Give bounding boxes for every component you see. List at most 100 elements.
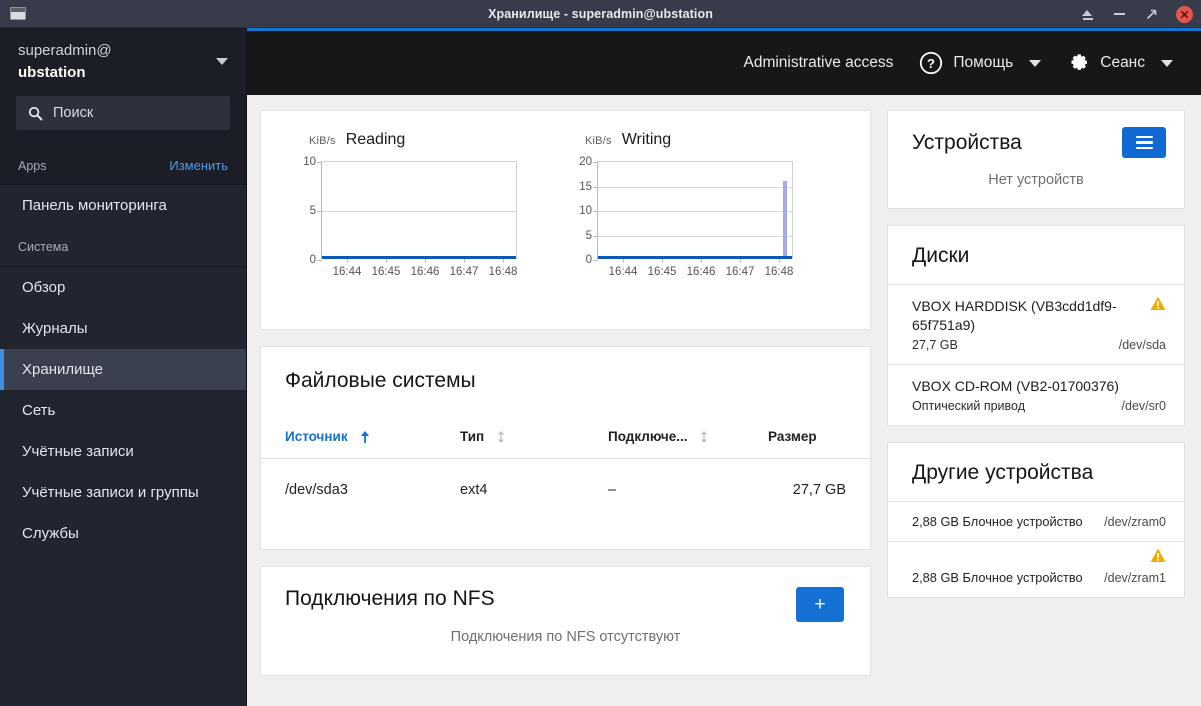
- right-column: Устройства Нет устройств Диски VBOX HARD…: [887, 110, 1185, 706]
- writing-chart-unit: KiB/s: [585, 135, 612, 147]
- sidebar-item-services[interactable]: Службы: [0, 513, 246, 554]
- nfs-empty-note: Подключения по NFS отсутствуют: [450, 629, 681, 645]
- top-header: Administrative access ? Помощь Сеанс: [247, 28, 1201, 95]
- search-input[interactable]: Поиск: [16, 96, 230, 130]
- list-item[interactable]: VBOX CD-ROM (VB2-01700376) Оптический пр…: [888, 364, 1184, 425]
- window-title: Хранилище - superadmin@ubstation: [488, 6, 713, 21]
- reading-xtick-2: 16:46: [410, 266, 440, 278]
- sidebar: superadmin@ ubstation Поиск Apps Изменит…: [0, 28, 247, 706]
- writing-xtick-0: 16:44: [608, 266, 638, 278]
- nfs-title: Подключения по NFS: [285, 587, 495, 610]
- chevron-down-icon: [1161, 59, 1173, 67]
- cell-source: /dev/sda3: [285, 482, 348, 498]
- disks-card: Диски VBOX HARDDISK (VB3cdd1df9-65f751a9…: [887, 225, 1185, 426]
- reading-chart-unit: KiB/s: [309, 135, 336, 147]
- help-label: Помощь: [953, 54, 1014, 71]
- devices-menu-button[interactable]: [1122, 127, 1166, 158]
- chevron-down-icon: [1029, 59, 1042, 67]
- chevron-down-icon: [216, 58, 228, 65]
- sidebar-item-logs[interactable]: Журналы: [0, 308, 246, 349]
- disk-name: VBOX CD-ROM (VB2-01700376): [912, 378, 1119, 394]
- cell-size: 27,7 GB: [792, 482, 846, 498]
- column-header-type[interactable]: Тип: [460, 429, 608, 444]
- disk-name: VBOX HARDDISK (VB3cdd1df9-65f751a9): [912, 298, 1117, 333]
- other-device-text: 2,88 GB Блочное устройство: [912, 570, 1083, 585]
- other-device-path: /dev/zram1: [1104, 571, 1166, 585]
- sidebar-item-overview[interactable]: Обзор: [0, 267, 246, 308]
- sidebar-section-label-system: Система: [18, 240, 69, 254]
- sidebar-machine-name: ubstation: [18, 64, 86, 81]
- writing-chart-title: Writing: [621, 131, 672, 148]
- nfs-card: Подключения по NFS + Подключения по NFS …: [260, 566, 871, 676]
- table-row[interactable]: /dev/sda3 ext4 – 27,7 GB: [261, 459, 870, 521]
- writing-ytick-10: 10: [579, 205, 592, 217]
- sidebar-item-accounts-groups[interactable]: Учётные записи и группы: [0, 472, 246, 513]
- writing-ytick-5: 5: [585, 229, 592, 242]
- reading-plot-area: 10 5 0: [303, 156, 517, 266]
- left-column: KiB/s Reading 10 5 0 16:44 16:45 16:46 1…: [260, 110, 871, 706]
- sidebar-edit-link[interactable]: Изменить: [169, 158, 228, 173]
- main-content: KiB/s Reading 10 5 0 16:44 16:45 16:46 1…: [247, 95, 1201, 706]
- minimize-icon[interactable]: [1112, 7, 1127, 22]
- devices-empty-note: Нет устройств: [988, 172, 1084, 188]
- sidebar-item-storage[interactable]: Хранилище: [0, 349, 246, 390]
- column-header-source[interactable]: Источник: [285, 429, 460, 444]
- sidebar-item-network[interactable]: Сеть: [0, 390, 246, 431]
- close-button[interactable]: [1176, 5, 1193, 23]
- sidebar-user-host: superadmin@: [18, 42, 112, 59]
- reading-xtick-3: 16:47: [449, 266, 479, 278]
- filesystems-table-header: Источник Тип Подключе... Размер: [261, 415, 870, 459]
- disks-title: Диски: [912, 244, 970, 267]
- reading-xtick-0: 16:44: [332, 266, 362, 278]
- devices-title: Устройства: [912, 130, 1022, 154]
- window-controls: [1080, 0, 1193, 28]
- warning-icon: [1150, 548, 1166, 568]
- sidebar-section-label-apps: Apps: [18, 158, 47, 173]
- list-item[interactable]: 2,88 GB Блочное устройство /dev/zram1: [888, 541, 1184, 597]
- maximize-icon[interactable]: [1144, 7, 1159, 22]
- writing-xtick-3: 16:47: [725, 266, 755, 278]
- reading-ytick-0: 0: [309, 254, 316, 266]
- column-header-size[interactable]: Размер: [768, 429, 846, 444]
- column-header-type-label: Тип: [460, 429, 485, 444]
- devices-card: Устройства Нет устройств: [887, 110, 1185, 209]
- disk-path: /dev/sda: [1118, 338, 1166, 352]
- filesystems-title: Файловые системы: [285, 369, 476, 392]
- sort-none-icon: [699, 430, 709, 444]
- title-bar: Хранилище - superadmin@ubstation: [0, 0, 1201, 28]
- writing-xtick-4: 16:48: [764, 266, 794, 278]
- search-placeholder: Поиск: [53, 105, 94, 121]
- sidebar-user-switcher[interactable]: superadmin@ ubstation: [0, 28, 246, 96]
- gear-icon: [1071, 53, 1088, 70]
- filesystems-card: Файловые системы Источник Тип Подключе..…: [260, 346, 871, 550]
- column-header-mount-label: Подключе...: [608, 429, 688, 444]
- writing-xtick-2: 16:46: [686, 266, 716, 278]
- disk-size: Оптический привод: [912, 399, 1025, 413]
- reading-chart-title: Reading: [345, 131, 406, 148]
- help-menu[interactable]: ? Помощь: [919, 51, 1042, 75]
- other-device-text: 2,88 GB Блочное устройство: [912, 514, 1083, 529]
- sidebar-item-dashboard[interactable]: Панель мониторинга: [0, 185, 246, 226]
- writing-ytick-20: 20: [579, 156, 592, 168]
- other-devices-title: Другие устройства: [912, 461, 1094, 484]
- add-nfs-button[interactable]: +: [796, 587, 844, 622]
- eject-icon[interactable]: [1080, 7, 1095, 22]
- application-window: Хранилище - superadmin@ubstation superad…: [0, 0, 1201, 706]
- sidebar-item-accounts[interactable]: Учётные записи: [0, 431, 246, 472]
- writing-chart: KiB/s Writing 20 15 10 5 0 16:44 16:45 1…: [555, 131, 831, 329]
- column-header-mount[interactable]: Подключе...: [608, 429, 768, 444]
- cell-mount: –: [608, 482, 617, 498]
- session-menu[interactable]: Сеанс: [1067, 52, 1173, 75]
- list-item[interactable]: VBOX HARDDISK (VB3cdd1df9-65f751a9) 27,7…: [888, 284, 1184, 364]
- warning-icon: [1150, 296, 1166, 316]
- sidebar-section-system: Система: [0, 226, 246, 267]
- reading-xtick-4: 16:48: [488, 266, 518, 278]
- administrative-access-label[interactable]: Administrative access: [743, 54, 893, 72]
- session-label: Сеанс: [1100, 54, 1145, 71]
- sidebar-search-wrap: Поиск: [0, 96, 246, 146]
- list-item[interactable]: 2,88 GB Блочное устройство /dev/zram0: [888, 501, 1184, 541]
- disk-path: /dev/sr0: [1121, 399, 1166, 413]
- other-devices-card: Другие устройства 2,88 GB Блочное устрой…: [887, 442, 1185, 598]
- writing-plot-area: 20 15 10 5 0: [579, 156, 793, 266]
- search-icon: [28, 106, 43, 120]
